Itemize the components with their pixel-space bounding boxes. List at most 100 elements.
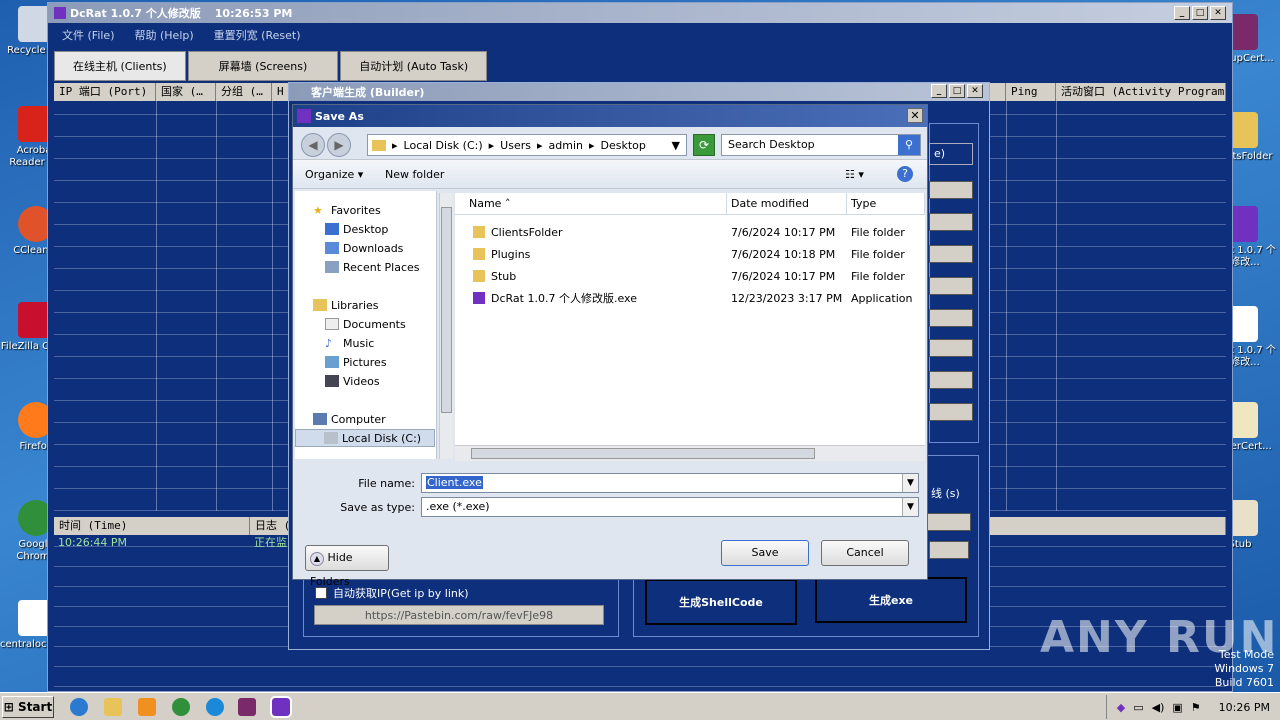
winrar-icon[interactable] (238, 698, 256, 716)
windows-logo-icon: ⊞ (3, 700, 14, 714)
nav-local-disk[interactable]: Local Disk (C:) (295, 429, 435, 447)
dcrat-tray-icon[interactable]: ◆ (1117, 701, 1125, 714)
edge-icon[interactable] (206, 698, 224, 716)
menu-file[interactable]: 文件 (File) (62, 27, 115, 43)
dcrat-taskbar-icon[interactable] (270, 696, 292, 718)
file-row-stub[interactable]: Stub 7/6/2024 10:17 PM File folder (455, 266, 925, 286)
dcrat-exe-icon (473, 292, 485, 304)
help-icon[interactable]: ? (897, 166, 913, 182)
breadcrumb-desktop[interactable]: Desktop (601, 139, 646, 152)
builder-input[interactable] (929, 277, 973, 295)
nav-pictures[interactable]: Pictures (325, 353, 387, 371)
organize-button[interactable]: Organize ▾ (305, 168, 363, 181)
col-ping[interactable]: Ping (1006, 83, 1056, 101)
builder-input[interactable] (929, 371, 973, 389)
nav-desktop[interactable]: Desktop (325, 220, 388, 238)
file-row-plugins[interactable]: Plugins 7/6/2024 10:18 PM File folder (455, 244, 925, 264)
folder-icon (372, 139, 386, 151)
start-button[interactable]: ⊞ Start (2, 696, 54, 718)
refresh-button[interactable]: ⟳ (693, 134, 715, 156)
volume-icon[interactable]: ◀) (1152, 701, 1165, 714)
builder-close-button[interactable]: ✕ (967, 84, 983, 98)
downloads-icon (325, 242, 339, 254)
breadcrumb-users[interactable]: Users (500, 139, 531, 152)
nav-favorites[interactable]: ★ Favorites (313, 201, 381, 219)
chrome-icon[interactable] (172, 698, 190, 716)
nav-videos[interactable]: Videos (325, 372, 380, 390)
save-button[interactable]: Save (721, 540, 809, 566)
hide-folders-button[interactable]: ▲ Hide Folders (305, 545, 389, 588)
builder-maximize-button[interactable]: □ (949, 84, 965, 98)
file-list[interactable]: Name ˄ Date modified Type ClientsFolder … (455, 193, 925, 459)
builder-input[interactable] (927, 513, 971, 531)
scrollbar-thumb[interactable] (441, 207, 452, 413)
builder-input[interactable] (929, 213, 973, 231)
save-as-type-select[interactable]: .exe (*.exe) ▼ (421, 497, 919, 517)
ie-icon[interactable] (70, 698, 88, 716)
breadcrumb-admin[interactable]: admin (549, 139, 583, 152)
col-activity[interactable]: 活动窗口 (Activity Program) (1056, 83, 1226, 101)
search-input[interactable]: Search Desktop ⚲ (721, 134, 921, 156)
explorer-icon[interactable] (104, 698, 122, 716)
builder-input[interactable] (929, 245, 973, 263)
chevron-down-icon[interactable]: ▼ (902, 498, 918, 516)
search-icon[interactable]: ⚲ (898, 135, 920, 155)
file-name-input[interactable]: Client.exe ▼ (421, 473, 919, 493)
drive-icon (324, 432, 338, 444)
file-row-clientsfolder[interactable]: ClientsFolder 7/6/2024 10:17 PM File fol… (455, 222, 925, 242)
flag-icon[interactable]: ⚑ (1191, 701, 1201, 714)
build-shellcode-button[interactable]: 生成ShellCode (645, 579, 797, 625)
col-time[interactable]: 时间 (Time) (54, 517, 250, 535)
save-as-title-bar[interactable]: Save As ✕ (293, 105, 927, 127)
cancel-button[interactable]: Cancel (821, 540, 909, 566)
menu-reset[interactable]: 重置列宽 (Reset) (214, 27, 301, 43)
builder-input[interactable] (929, 403, 973, 421)
back-button[interactable]: ◀ (301, 133, 325, 157)
clock[interactable]: 10:26 PM (1219, 701, 1270, 714)
view-options-icon[interactable]: ☷ ▾ (845, 168, 864, 181)
network-icon[interactable]: ▭ (1133, 701, 1143, 714)
address-bar[interactable]: ▸ Local Disk (C:) ▸ Users ▸ admin ▸ Desk… (367, 134, 687, 156)
nav-recent-places[interactable]: Recent Places (325, 258, 420, 276)
forward-button[interactable]: ▶ (327, 133, 351, 157)
chevron-down-icon[interactable]: ▼ (902, 474, 918, 492)
dcrat-title-bar[interactable]: DcRat 1.0.7 个人修改版 10:26:53 PM _ □ ✕ (48, 3, 1232, 23)
tab-auto-task[interactable]: 自动计划 (Auto Task) (340, 51, 488, 81)
dialog-close-button[interactable]: ✕ (907, 108, 923, 123)
col-country[interactable]: 国家 (… (156, 83, 216, 101)
new-folder-button[interactable]: New folder (385, 168, 444, 181)
col-name[interactable]: Name ˄ (455, 193, 727, 214)
col-date-modified[interactable]: Date modified (727, 193, 847, 214)
nav-downloads[interactable]: Downloads (325, 239, 403, 257)
media-player-icon[interactable] (138, 698, 156, 716)
music-icon: ♪ (325, 337, 333, 350)
monitor-icon[interactable]: ▣ (1172, 701, 1182, 714)
nav-libraries[interactable]: Libraries (313, 296, 379, 314)
address-dropdown-icon[interactable]: ▼ (672, 139, 680, 152)
build-exe-button[interactable]: 生成exe (815, 577, 967, 623)
tab-clients[interactable]: 在线主机 (Clients) (54, 51, 186, 81)
builder-title-bar[interactable]: 客户端生成 (Builder) _ □ ✕ (289, 83, 989, 101)
close-button[interactable]: ✕ (1210, 6, 1226, 20)
menu-help[interactable]: 帮助 (Help) (135, 27, 194, 43)
nav-music[interactable]: ♪ Music (325, 334, 374, 352)
minimize-button[interactable]: _ (1174, 6, 1190, 20)
col-type[interactable]: Type (847, 193, 925, 214)
builder-input[interactable] (929, 339, 973, 357)
tab-screens[interactable]: 屏幕墙 (Screens) (187, 51, 339, 81)
builder-dropdown[interactable] (929, 541, 969, 559)
file-row-dcrat-exe[interactable]: DcRat 1.0.7 个人修改版.exe 12/23/2023 3:17 PM… (455, 288, 925, 308)
col-ip-port[interactable]: IP 端口 (Port) (54, 83, 156, 101)
nav-pane-scrollbar[interactable] (439, 193, 453, 459)
file-list-hscrollbar[interactable] (455, 445, 925, 461)
nav-documents[interactable]: Documents (325, 315, 406, 333)
builder-input[interactable] (929, 181, 973, 199)
builder-input[interactable] (929, 309, 973, 327)
nav-computer[interactable]: Computer (313, 410, 386, 428)
pastebin-url-input[interactable]: https://Pastebin.com/raw/fevFJe98 (314, 605, 604, 625)
maximize-button[interactable]: □ (1192, 6, 1208, 20)
scrollbar-thumb[interactable] (471, 448, 815, 459)
col-group[interactable]: 分组 (… (216, 83, 272, 101)
breadcrumb-drive[interactable]: Local Disk (C:) (404, 139, 483, 152)
builder-minimize-button[interactable]: _ (931, 84, 947, 98)
